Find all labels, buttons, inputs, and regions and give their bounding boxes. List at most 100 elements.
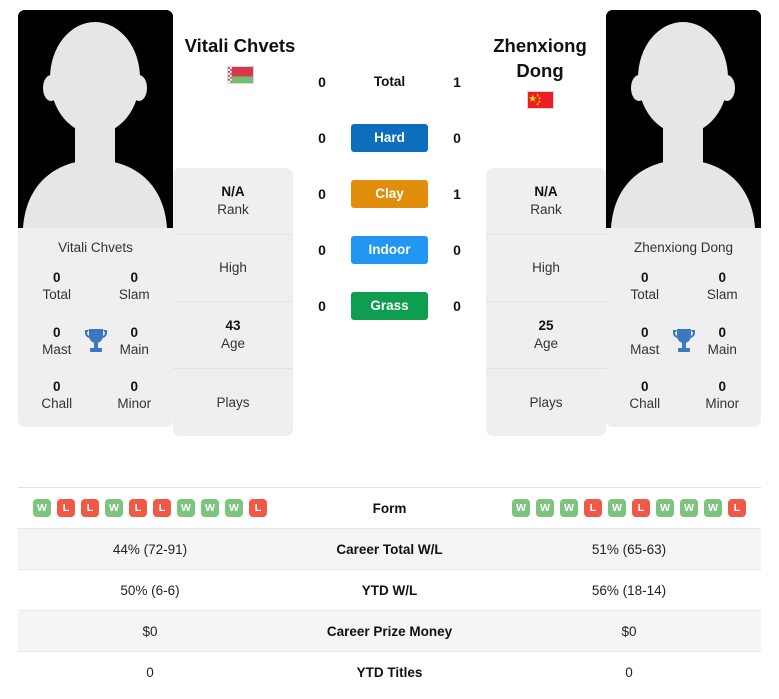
left-titles-grid: 0 Total 0 Slam 0 Mast 0 Main 0 Chall 0 M…: [18, 269, 173, 413]
left-form: WLLWLLWWWL: [18, 499, 282, 517]
form-badge-loss[interactable]: L: [632, 499, 650, 517]
surface-label-grass[interactable]: Grass: [351, 292, 428, 320]
comparison-row: 0 YTD Titles 0: [18, 652, 761, 693]
h2h-row-total: 0 Total 1: [293, 68, 486, 96]
top-section: Vitali Chvets 0 Total 0 Slam 0 Mast 0 Ma…: [0, 0, 779, 478]
left-career-prize-money: $0: [142, 623, 158, 639]
right-form-strip: WWWLWLWWWL: [497, 499, 761, 517]
h2h-left-score-indoor: 0: [318, 242, 326, 258]
left-total-value: 0: [52, 270, 61, 285]
form-badge-loss[interactable]: L: [584, 499, 602, 517]
form-badge-loss[interactable]: L: [249, 499, 267, 517]
right-plays-cell: Plays: [486, 369, 606, 436]
comparison-row: 50% (6-6) YTD W/L 56% (18-14): [18, 570, 761, 611]
left-high-label: High: [219, 260, 247, 276]
right-titles-grid: 0 Total 0 Slam 0 Mast 0 Main 0 Chall 0 M…: [606, 269, 761, 413]
surface-label-indoor[interactable]: Indoor: [351, 236, 428, 264]
h2h-row-indoor: 0 Indoor 0: [293, 236, 486, 264]
left-age-cell: 43 Age: [173, 302, 293, 369]
form-badge-loss[interactable]: L: [129, 499, 147, 517]
trophy-icon: [83, 327, 109, 355]
comparison-row-label: Career Total W/L: [336, 541, 443, 557]
right-total-titles: 0 Total: [606, 269, 684, 304]
left-rank-label: Rank: [217, 202, 249, 217]
left-ytd-w-l: 50% (6-6): [120, 582, 180, 598]
left-slam-titles: 0 Slam: [96, 269, 174, 304]
left-age-label: Age: [220, 336, 246, 351]
form-badge-win[interactable]: W: [560, 499, 578, 517]
left-chall-value: 0: [52, 379, 61, 395]
left-high-cell: High: [173, 235, 293, 302]
h2h-row-grass: 0 Grass 0: [293, 292, 486, 320]
comparison-row: W L L W L L W W W L Form W W W L W L W W W L: [18, 488, 761, 529]
left-player-card-name: Vitali Chvets: [58, 240, 133, 255]
left-player-name: Vitali Chvets: [184, 35, 296, 56]
left-minor-titles: 0 Minor: [96, 378, 174, 413]
left-total-titles: 0 Total: [18, 269, 96, 304]
right-age-label: Age: [533, 336, 559, 351]
left-age-value: 43: [225, 318, 241, 334]
left-chall-label: Chall: [41, 396, 73, 412]
form-badge-win[interactable]: W: [656, 499, 674, 517]
right-ytd-w-l: 56% (18-14): [591, 582, 667, 598]
form-badge-win[interactable]: W: [608, 499, 626, 517]
right-player-avatar: [606, 10, 761, 228]
form-badge-win[interactable]: W: [177, 499, 195, 517]
left-rank-value: N/A: [221, 184, 245, 200]
comparison-row-label: YTD W/L: [361, 582, 418, 598]
right-rank-cell: N/A Rank: [486, 168, 606, 235]
form-badge-win[interactable]: W: [225, 499, 243, 517]
left-rank-cell: N/A Rank: [173, 168, 293, 235]
left-minor-value: 0: [130, 379, 138, 395]
form-badge-loss[interactable]: L: [728, 499, 746, 517]
surface-label-hard[interactable]: Hard: [351, 124, 428, 152]
h2h-left-score-total: 0: [318, 74, 326, 90]
right-total-label: Total: [630, 287, 660, 303]
right-rank-label: Rank: [530, 202, 562, 217]
right-player-card-name: Zhenxiong Dong: [633, 240, 734, 255]
right-high-cell: High: [486, 235, 606, 302]
person-silhouette-icon: [606, 10, 761, 228]
h2h-right-score-indoor: 0: [453, 242, 461, 258]
head-to-head-page: Vitali Chvets 0 Total 0 Slam 0 Mast 0 Ma…: [0, 0, 779, 699]
trophy-icon: [671, 327, 697, 355]
right-player-name-header: Zhenxiong Dong: [480, 33, 600, 110]
right-player-name: Zhenxiong Dong: [493, 35, 587, 82]
person-silhouette-icon: [18, 10, 173, 228]
belarus-flag-icon: [226, 66, 254, 85]
left-form-strip: WLLWLLWWWL: [18, 499, 282, 517]
right-age-cell: 25 Age: [486, 302, 606, 369]
right-chall-value: 0: [640, 379, 649, 395]
h2h-right-score-grass: 0: [453, 298, 461, 314]
right-total-value: 0: [640, 270, 649, 285]
comparison-row: $0 Career Prize Money $0: [18, 611, 761, 652]
right-minor-value: 0: [718, 379, 726, 395]
h2h-surface-list: 0 Total 1 0 Hard 0 0 Clay 1 0 Indoor 0 0 Grass 0: [293, 10, 486, 320]
form-badge-win[interactable]: W: [536, 499, 554, 517]
left-slam-value: 0: [130, 270, 138, 285]
form-badge-win[interactable]: W: [33, 499, 51, 517]
surface-label-total: Total: [373, 74, 406, 89]
right-chall-label: Chall: [629, 396, 661, 412]
h2h-right-score-hard: 0: [453, 130, 461, 146]
form-badge-win[interactable]: W: [512, 499, 530, 517]
right-slam-label: Slam: [706, 287, 738, 303]
right-minor-titles: 0 Minor: [684, 378, 762, 413]
form-badge-loss[interactable]: L: [153, 499, 171, 517]
surface-label-clay[interactable]: Clay: [351, 180, 428, 208]
right-player-column: Zhenxiong Dong 0 Total 0 Slam 0 Mast 0 M…: [606, 10, 761, 427]
left-career-total-w-l: 44% (72-91): [112, 541, 188, 557]
comparison-row: 44% (72-91) Career Total W/L 51% (65-63): [18, 529, 761, 570]
form-badge-win[interactable]: W: [105, 499, 123, 517]
form-badge-win[interactable]: W: [201, 499, 219, 517]
form-badge-win[interactable]: W: [704, 499, 722, 517]
right-minor-label: Minor: [705, 396, 740, 412]
left-ytd-titles: 0: [146, 665, 154, 680]
form-badge-win[interactable]: W: [680, 499, 698, 517]
left-info-card: N/A Rank High 43 Age Plays: [173, 168, 293, 436]
form-badge-loss[interactable]: L: [81, 499, 99, 517]
right-player-titles-card: Zhenxiong Dong 0 Total 0 Slam 0 Mast 0 M…: [606, 228, 761, 427]
right-slam-value: 0: [718, 270, 726, 285]
h2h-right-score-clay: 1: [453, 186, 461, 202]
form-badge-loss[interactable]: L: [57, 499, 75, 517]
